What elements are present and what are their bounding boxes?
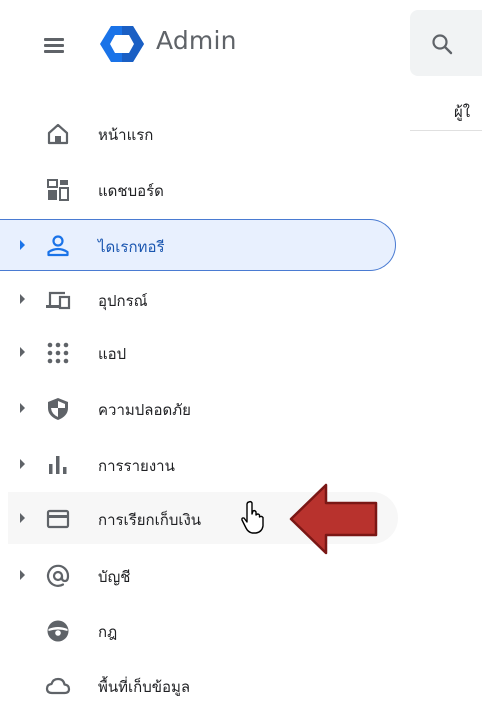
sidebar-item-directory[interactable]: ไดเรกทอรี <box>0 219 400 271</box>
cloud-icon <box>45 677 71 695</box>
search-bar[interactable] <box>410 10 482 76</box>
main-menu-button[interactable] <box>40 30 74 60</box>
hand-cursor-icon <box>241 500 264 534</box>
rules-icon <box>47 620 69 642</box>
expand-caret-icon[interactable] <box>20 294 25 304</box>
admin-logo-icon <box>100 26 144 62</box>
menu-line <box>44 44 64 47</box>
at-sign-icon <box>46 564 70 587</box>
expand-caret-icon[interactable] <box>20 347 25 357</box>
search-icon[interactable] <box>430 32 454 56</box>
dashboard-icon <box>47 179 69 201</box>
sidebar-item-devices[interactable]: อุปกรณ์ <box>0 273 400 325</box>
sidebar-item-label: แอป <box>98 345 127 363</box>
sidebar-item-rules[interactable]: กฎ <box>0 604 400 656</box>
sidebar-item-label: การเรียกเก็บเงิน <box>98 511 202 529</box>
person-icon <box>47 235 69 257</box>
expand-caret-icon[interactable] <box>20 459 25 469</box>
sidebar-item-security[interactable]: ความปลอดภัย <box>0 382 400 434</box>
sidebar-item-storage[interactable]: พื้นที่เก็บข้อมูล <box>0 659 400 711</box>
devices-icon <box>46 291 71 310</box>
bar-chart-icon <box>49 456 67 474</box>
sidebar-item-label: หน้าแรก <box>98 126 154 144</box>
sidebar-item-label: แดชบอร์ด <box>98 182 164 200</box>
sidebar-item-account[interactable]: บัญชี <box>0 549 400 601</box>
users-column-label: ผู้ใ <box>454 103 471 121</box>
sidebar-item-dashboard[interactable]: แดชบอร์ด <box>0 163 400 215</box>
home-icon <box>47 123 69 145</box>
expand-caret-icon[interactable] <box>20 240 25 250</box>
expand-caret-icon[interactable] <box>20 513 25 523</box>
sidebar-item-label: อุปกรณ์ <box>98 292 148 310</box>
apps-grid-icon <box>47 342 69 364</box>
expand-caret-icon[interactable] <box>20 403 25 413</box>
annotation-arrow-icon <box>289 483 378 555</box>
sidebar-item-label: ไดเรกทอรี <box>98 238 165 256</box>
sidebar-item-label: การรายงาน <box>98 457 175 475</box>
menu-line <box>44 50 64 53</box>
menu-line <box>44 38 64 41</box>
sidebar-item-home[interactable]: หน้าแรก <box>0 107 400 159</box>
sidebar-item-label: บัญชี <box>98 568 131 586</box>
sidebar-item-label: ความปลอดภัย <box>98 401 191 419</box>
credit-card-icon <box>46 509 70 529</box>
sidebar-item-apps[interactable]: แอป <box>0 326 400 378</box>
app-title: Admin <box>156 26 237 55</box>
expand-caret-icon[interactable] <box>20 570 25 580</box>
divider <box>410 130 482 131</box>
shield-icon <box>48 398 68 420</box>
sidebar-item-label: พื้นที่เก็บข้อมูล <box>98 678 191 696</box>
sidebar-item-label: กฎ <box>98 623 118 641</box>
